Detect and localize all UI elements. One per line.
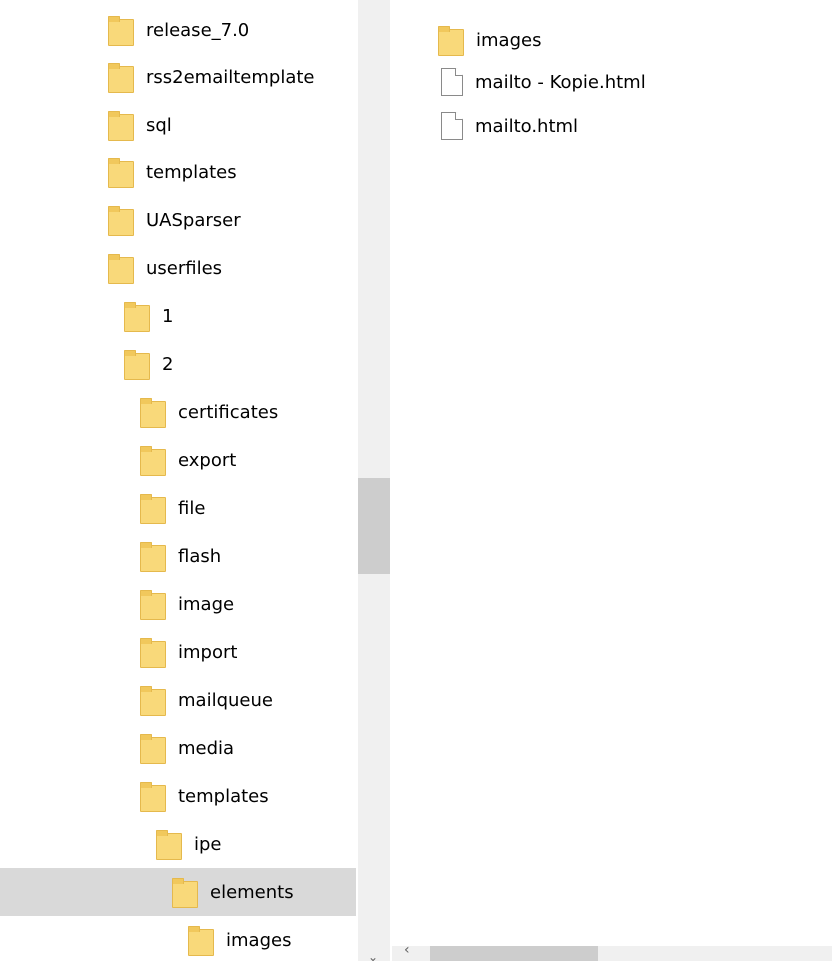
file-item-label: images — [476, 29, 542, 51]
tree-item-label: image — [178, 593, 235, 615]
vertical-scroll-thumb[interactable] — [358, 478, 390, 574]
folder-icon — [156, 829, 182, 860]
tree-item-label: mailqueue — [178, 689, 273, 711]
tree-item-label: certificates — [178, 401, 279, 423]
folder-icon — [108, 110, 134, 141]
folder-icon — [140, 541, 166, 572]
folder-icon — [108, 157, 134, 188]
folder-icon — [124, 349, 150, 380]
html-file-icon — [441, 68, 463, 96]
tree-item-templates-user[interactable]: templates — [0, 772, 356, 820]
tree-item-label: sql — [146, 114, 172, 136]
folder-icon — [108, 62, 134, 93]
file-item-images-folder[interactable]: images — [438, 18, 541, 62]
html-file-icon — [441, 112, 463, 140]
tree-item-label: ipe — [194, 833, 222, 855]
tree-item-label: file — [178, 497, 206, 519]
folder-icon — [108, 15, 134, 46]
folder-icon — [124, 301, 150, 332]
tree-item-label: templates — [178, 785, 269, 807]
tree-item-elements[interactable]: elements — [0, 868, 356, 916]
tree-item-userfiles[interactable]: userfiles — [0, 244, 356, 292]
folder-icon — [140, 685, 166, 716]
tree-item-label: 2 — [162, 353, 174, 375]
folder-icon — [140, 397, 166, 428]
file-item-mailto-kopie[interactable]: mailto - Kopie.html — [438, 60, 646, 104]
folder-icon — [140, 493, 166, 524]
tree-item-label: rss2emailtemplate — [146, 66, 315, 88]
folder-icon — [140, 589, 166, 620]
tree-item-1[interactable]: 1 — [0, 292, 356, 340]
tree-item-release-7-0[interactable]: release_7.0 — [0, 6, 356, 54]
tree-item-media[interactable]: media — [0, 724, 356, 772]
folder-icon — [140, 445, 166, 476]
horizontal-scroll-thumb[interactable] — [430, 946, 598, 961]
tree-item-ipe[interactable]: ipe — [0, 820, 356, 868]
tree-item-2[interactable]: 2 — [0, 340, 356, 388]
tree-item-certificates[interactable]: certificates — [0, 388, 356, 436]
scroll-down-icon[interactable]: ⌄ — [368, 950, 378, 964]
folder-icon — [438, 25, 464, 56]
tree-item-export[interactable]: export — [0, 436, 356, 484]
folder-icon — [172, 877, 198, 908]
tree-item-images[interactable]: images — [0, 916, 356, 961]
tree-item-label: export — [178, 449, 237, 471]
tree-item-label: elements — [210, 881, 294, 903]
tree-item-label: import — [178, 641, 238, 663]
horizontal-scrollbar[interactable]: ‹ — [392, 942, 832, 961]
tree-item-label: UASparser — [146, 209, 241, 231]
file-item-label: mailto - Kopie.html — [475, 71, 646, 93]
scroll-left-icon[interactable]: ‹ — [404, 942, 410, 958]
file-list: images mailto - Kopie.html mailto.html — [392, 0, 832, 961]
tree-item-import[interactable]: import — [0, 628, 356, 676]
folder-icon — [108, 253, 134, 284]
file-item-mailto[interactable]: mailto.html — [438, 104, 578, 148]
tree-item-templates[interactable]: templates — [0, 148, 356, 196]
tree-item-label: images — [226, 929, 292, 951]
file-item-label: mailto.html — [475, 115, 579, 137]
tree-item-label: media — [178, 737, 235, 759]
folder-icon — [140, 781, 166, 812]
navigation-tree: release_7.0 rss2emailtemplate sql templa… — [0, 0, 358, 961]
folder-icon — [108, 205, 134, 236]
vertical-scrollbar[interactable]: ⌄ — [358, 0, 390, 964]
tree-item-file[interactable]: file — [0, 484, 356, 532]
tree-item-label: release_7.0 — [146, 19, 250, 41]
tree-item-image[interactable]: image — [0, 580, 356, 628]
tree-item-rss2emailtemplate[interactable]: rss2emailtemplate — [0, 53, 356, 101]
tree-item-uasparser[interactable]: UASparser — [0, 196, 356, 244]
folder-icon — [140, 733, 166, 764]
tree-item-sql[interactable]: sql — [0, 101, 356, 149]
folder-icon — [140, 637, 166, 668]
tree-item-label: 1 — [162, 305, 174, 327]
tree-item-flash[interactable]: flash — [0, 532, 356, 580]
tree-item-label: flash — [178, 545, 222, 567]
tree-item-label: templates — [146, 161, 237, 183]
tree-item-label: userfiles — [146, 257, 223, 279]
folder-icon — [188, 925, 214, 956]
tree-item-mailqueue[interactable]: mailqueue — [0, 676, 356, 724]
